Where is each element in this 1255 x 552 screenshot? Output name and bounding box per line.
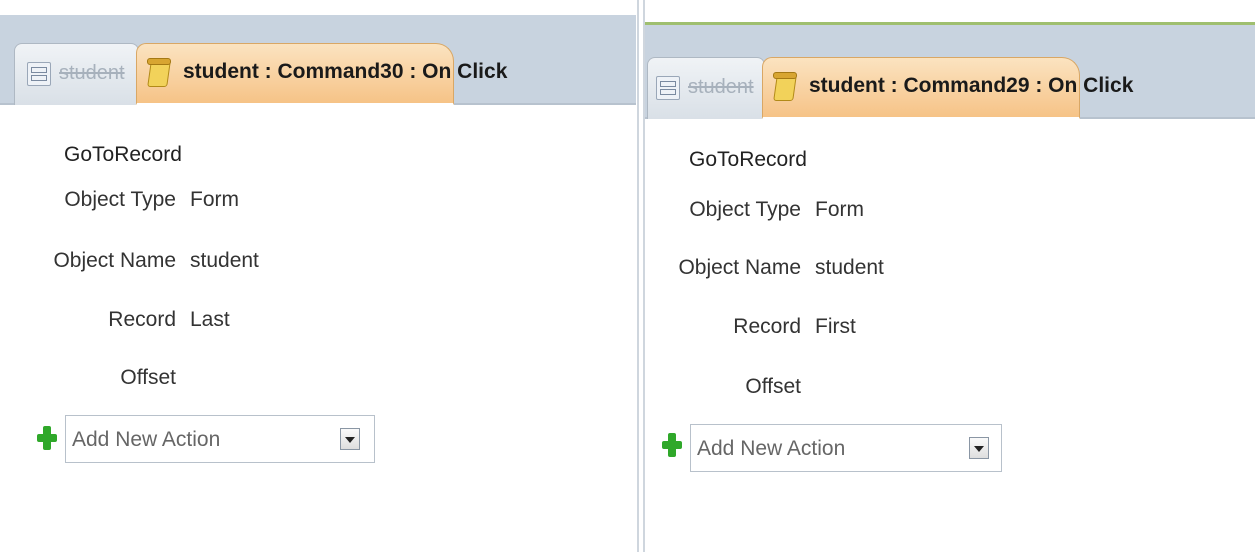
document-tab-strip: student student : Command29 : On Click	[645, 22, 1255, 119]
right-macro-window: student student : Command29 : On Click G…	[645, 0, 1255, 552]
add-new-action-placeholder: Add New Action	[697, 437, 846, 460]
form-icon	[27, 62, 51, 86]
argument-label: Offset	[745, 375, 801, 398]
argument-value[interactable]: student	[815, 256, 884, 280]
argument-label: Object Type	[689, 198, 801, 221]
argument-value[interactable]: First	[815, 315, 856, 339]
green-plus-icon	[662, 433, 682, 457]
document-tab-strip: student student : Command30 : On Click	[0, 15, 636, 105]
argument-label: Object Type	[64, 188, 176, 211]
argument-value[interactable]: Last	[190, 308, 230, 332]
argument-value[interactable]: Form	[815, 198, 864, 222]
argument-label: Record	[733, 315, 801, 338]
left-macro-window: student student : Command30 : On Click G…	[0, 0, 636, 552]
add-new-action-combo[interactable]: Add New Action	[65, 415, 375, 463]
tab-macro-command30[interactable]: student : Command30 : On Click	[136, 43, 507, 105]
action-name[interactable]: GoToRecord	[64, 143, 182, 167]
argument-label: Object Name	[678, 256, 801, 279]
tab-label: student : Command29 : On Click	[809, 74, 1134, 97]
tab-label: student	[688, 76, 754, 98]
add-new-action-placeholder: Add New Action	[72, 428, 221, 451]
argument-label: Offset	[120, 366, 176, 389]
argument-value[interactable]: student	[190, 249, 259, 273]
form-icon	[656, 76, 680, 100]
action-name[interactable]: GoToRecord	[689, 148, 807, 172]
tab-label: student	[59, 62, 125, 84]
window-divider	[637, 0, 645, 552]
tab-student-form[interactable]: student	[647, 57, 765, 119]
macro-icon	[147, 58, 171, 88]
argument-label: Object Name	[53, 249, 176, 272]
tab-macro-command29[interactable]: student : Command29 : On Click	[762, 57, 1133, 119]
tab-student-form[interactable]: student	[14, 43, 139, 105]
chevron-down-icon[interactable]	[340, 428, 360, 450]
argument-label: Record	[108, 308, 176, 331]
argument-value[interactable]: Form	[190, 188, 239, 212]
chevron-down-icon[interactable]	[969, 437, 989, 459]
macro-icon	[773, 72, 797, 102]
add-new-action-combo[interactable]: Add New Action	[690, 424, 1002, 472]
green-plus-icon	[37, 426, 57, 450]
tab-label: student : Command30 : On Click	[183, 60, 508, 83]
